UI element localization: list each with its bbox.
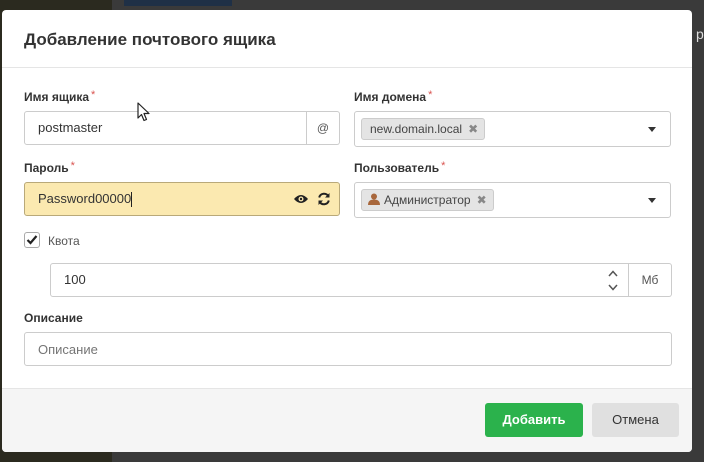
text-cursor: [131, 192, 133, 208]
add-button[interactable]: Добавить: [485, 403, 583, 437]
cancel-button[interactable]: Отмена: [592, 403, 679, 437]
tag-remove-icon[interactable]: ✖: [468, 122, 478, 136]
chevron-up-icon[interactable]: [608, 270, 618, 277]
user-tag: Администратор ✖: [361, 189, 494, 211]
background-top-bar: [124, 0, 232, 6]
checkmark-icon: [26, 235, 38, 245]
refresh-icon[interactable]: [317, 192, 331, 206]
user-select[interactable]: Администратор ✖: [354, 182, 671, 218]
mailbox-name-label: Имя ящика *: [24, 89, 96, 104]
domain-select[interactable]: new.domain.local ✖: [354, 111, 671, 147]
quota-stepper[interactable]: [599, 263, 629, 297]
eye-icon[interactable]: [293, 193, 309, 205]
dialog-footer: Добавить Отмена: [2, 388, 692, 452]
tag-remove-icon[interactable]: ✖: [477, 193, 487, 207]
domain-tag: new.domain.local ✖: [361, 118, 486, 140]
mouse-cursor-icon: [137, 102, 150, 122]
domain-name-label: Имя домена *: [354, 89, 433, 104]
chevron-down-icon[interactable]: [608, 284, 618, 291]
password-value: Password00000: [38, 191, 132, 206]
mailbox-name-input[interactable]: postmaster: [24, 111, 307, 145]
at-sign-addon: @: [307, 111, 340, 145]
password-label: Пароль *: [24, 160, 75, 175]
user-icon: [368, 193, 380, 205]
quota-input[interactable]: 100: [50, 263, 600, 297]
user-label: Пользователь *: [354, 160, 446, 175]
chevron-down-icon[interactable]: [648, 198, 656, 203]
quota-unit: Мб: [629, 263, 672, 297]
background-text: р: [696, 26, 704, 42]
quota-checkbox[interactable]: [24, 232, 40, 248]
dialog-header: Добавление почтового ящика: [2, 10, 692, 68]
description-label: Описание: [24, 311, 83, 325]
description-input[interactable]: [24, 332, 672, 366]
quota-label: Квота: [48, 234, 80, 248]
dialog-body: Имя ящика * postmaster @ Имя домена * new.…: [2, 68, 692, 388]
dialog-title: Добавление почтового ящика: [24, 30, 276, 49]
add-mailbox-dialog: Добавление почтового ящика Имя ящика * po…: [2, 10, 692, 452]
chevron-down-icon[interactable]: [648, 127, 656, 132]
